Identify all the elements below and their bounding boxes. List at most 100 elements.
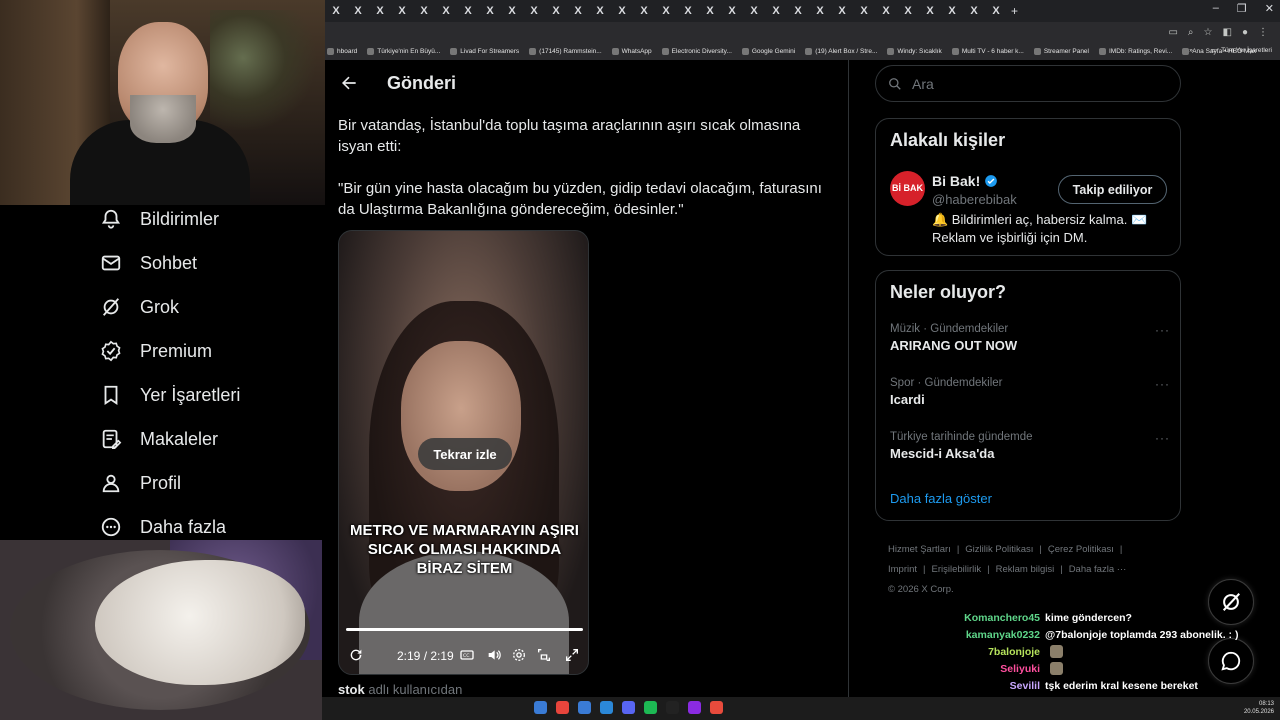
bookmark-item[interactable]: Türkiye'nin En Büyü... <box>367 47 440 55</box>
following-button[interactable]: Takip ediliyor <box>1058 175 1167 204</box>
bookmark-item[interactable]: Google Gemini <box>741 47 795 55</box>
app-icon[interactable] <box>710 701 723 714</box>
show-more-link[interactable]: Daha fazla göster <box>890 491 992 506</box>
bookmark-item[interactable]: Windy: Sıcaklık <box>887 47 942 55</box>
trend-more-icon[interactable]: ··· <box>1155 431 1170 445</box>
volume-icon[interactable] <box>486 647 502 663</box>
account-name[interactable]: Bi Bak! <box>932 173 998 189</box>
bookmark-item[interactable]: Electronic Diversity... <box>661 47 732 55</box>
spotify-icon[interactable] <box>644 701 657 714</box>
bookmark-item[interactable]: (19) Alert Box / Stre... <box>805 47 877 55</box>
browser-tab[interactable]: X <box>853 2 875 20</box>
footer-link[interactable]: Reklam bilgisi <box>996 564 1055 575</box>
epic-icon[interactable] <box>666 701 679 714</box>
sidebar-item-profile[interactable]: Profil <box>100 472 181 494</box>
discord-icon[interactable] <box>622 701 635 714</box>
minimize-button[interactable]: – <box>1213 2 1219 15</box>
browser-tab[interactable]: X <box>391 2 413 20</box>
sidebar-item-articles[interactable]: Makaleler <box>100 428 218 450</box>
browser-tab[interactable]: X <box>831 2 853 20</box>
browser-tab[interactable]: X <box>963 2 985 20</box>
replay-icon[interactable] <box>348 647 364 663</box>
chrome-icon[interactable] <box>556 701 569 714</box>
all-bookmarks-link[interactable]: Tüm Yer İşaretleri <box>1221 47 1272 54</box>
browser-tab[interactable]: X <box>941 2 963 20</box>
video-player[interactable]: Tekrar izle METRO VE MARMARAYIN AŞIRI SI… <box>338 230 589 675</box>
browser-tab[interactable]: X <box>919 2 941 20</box>
browser-tab[interactable]: X <box>567 2 589 20</box>
sidebar-item-more[interactable]: Daha fazla <box>100 516 226 538</box>
footer-link[interactable]: Erişilebilirlik <box>932 564 982 575</box>
browser-tab[interactable]: X <box>765 2 787 20</box>
browser-tab[interactable]: X <box>677 2 699 20</box>
sidebar-item-verified[interactable]: Premium <box>100 340 212 362</box>
browser-tab[interactable]: X <box>479 2 501 20</box>
edge-icon[interactable] <box>600 701 613 714</box>
browser-tab[interactable]: X <box>611 2 633 20</box>
zoom-icon[interactable]: ⌕ <box>1188 27 1194 38</box>
new-tab-button[interactable]: + <box>1011 4 1018 18</box>
footer-link[interactable]: Hizmet Şartları <box>888 544 951 555</box>
bibak-avatar[interactable]: Bİ BAK <box>890 171 925 206</box>
footer-link[interactable]: Daha fazla ··· <box>1069 564 1127 575</box>
fullscreen-icon[interactable] <box>564 647 580 663</box>
browser-tab[interactable]: X <box>787 2 809 20</box>
bookmark-item[interactable]: Streamer Panel <box>1033 47 1089 55</box>
search-input[interactable]: Ara <box>875 65 1181 102</box>
back-arrow-icon[interactable] <box>339 73 359 93</box>
start-button[interactable] <box>534 701 547 714</box>
maximize-button[interactable]: ❐ <box>1237 2 1247 15</box>
browser-tab[interactable]: X <box>875 2 897 20</box>
cast-icon[interactable]: ▭ <box>1168 27 1177 38</box>
video-progress-bar[interactable] <box>346 628 583 631</box>
browser-tab[interactable]: X <box>721 2 743 20</box>
browser-tab[interactable]: X <box>501 2 523 20</box>
browser-tab[interactable]: X <box>699 2 721 20</box>
star-icon[interactable]: ☆ <box>1204 27 1213 38</box>
bookmarks-overflow[interactable]: » <box>1189 47 1193 54</box>
trend-item[interactable]: Spor · Gündemdekiler Icardi ··· <box>890 377 1170 407</box>
browser-tab[interactable]: X <box>985 2 1007 20</box>
browser-tab[interactable]: X <box>633 2 655 20</box>
pip-icon[interactable] <box>536 647 552 663</box>
system-clock[interactable]: 08:13 20.05.2026 <box>1244 700 1274 716</box>
browser-tab[interactable]: X <box>435 2 457 20</box>
close-window-button[interactable]: ✕ <box>1265 2 1274 15</box>
replay-button[interactable]: Tekrar izle <box>418 438 512 470</box>
browser-tab[interactable]: X <box>655 2 677 20</box>
browser-tab[interactable]: X <box>523 2 545 20</box>
attribution-user[interactable]: stok <box>338 682 365 697</box>
bookmark-item[interactable]: Multi TV - 6 haber k... <box>951 47 1024 55</box>
trend-more-icon[interactable]: ··· <box>1155 377 1170 391</box>
browser-tab[interactable]: X <box>325 2 347 20</box>
bookmark-item[interactable]: hboard <box>327 47 357 55</box>
browser-tab[interactable]: X <box>413 2 435 20</box>
sidebar-item-grok[interactable]: Grok <box>100 296 179 318</box>
explorer-icon[interactable] <box>578 701 591 714</box>
bookmark-item[interactable]: Livad For Streamers <box>450 47 519 55</box>
sidebar-item-bell[interactable]: Bildirimler <box>100 208 219 230</box>
bookmark-item[interactable]: IMDb: Ratings, Revi... <box>1099 47 1172 55</box>
trend-item[interactable]: Türkiye tarihinde gündemde Mescid-i Aksa… <box>890 431 1170 461</box>
footer-link[interactable]: Çerez Politikası <box>1048 544 1114 555</box>
browser-tab[interactable]: X <box>589 2 611 20</box>
browser-tab[interactable]: X <box>743 2 765 20</box>
bookmark-item[interactable]: WhatsApp <box>611 47 652 55</box>
browser-tab[interactable]: X <box>457 2 479 20</box>
browser-tab[interactable]: X <box>897 2 919 20</box>
browser-tab[interactable]: X <box>369 2 391 20</box>
footer-link[interactable]: Gizlilik Politikası <box>965 544 1033 555</box>
extensions-icon[interactable]: ◧ <box>1223 27 1232 38</box>
bookmark-item[interactable]: (17145) Rammstein... <box>529 47 602 55</box>
settings-icon[interactable] <box>511 647 527 663</box>
captions-icon[interactable]: CC <box>459 647 475 663</box>
profile-avatar[interactable]: ● <box>1242 27 1248 38</box>
sidebar-item-bookmark[interactable]: Yer İşaretleri <box>100 384 240 406</box>
browser-tab[interactable]: X <box>347 2 369 20</box>
browser-menu-icon[interactable]: ⋮ <box>1258 27 1268 38</box>
trend-item[interactable]: Müzik · Gündemdekiler ARIRANG OUT NOW ··… <box>890 323 1170 353</box>
browser-tab[interactable]: X <box>809 2 831 20</box>
browser-tab[interactable]: X <box>545 2 567 20</box>
trend-more-icon[interactable]: ··· <box>1155 323 1170 337</box>
footer-link[interactable]: Imprint <box>888 564 917 575</box>
